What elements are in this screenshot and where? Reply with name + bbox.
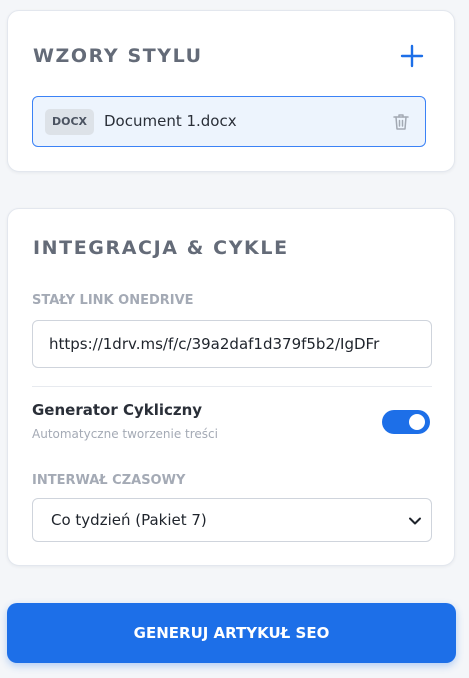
interval-label: INTERWAŁ CZASOWY	[32, 473, 186, 488]
chevron-down-icon	[407, 513, 423, 529]
onedrive-link-label: STAŁY LINK ONEDRIVE	[32, 293, 194, 308]
file-type-badge: DOCX	[45, 109, 95, 135]
plus-icon	[400, 44, 424, 68]
style-templates-title: WZORY STYLU	[33, 45, 203, 67]
toggle-knob	[409, 414, 425, 430]
generator-title: Generator Cykliczny	[32, 401, 203, 419]
file-name: Document 1.docx	[104, 112, 237, 130]
trash-icon	[391, 114, 411, 136]
template-file-item[interactable]: DOCX Document 1.docx	[32, 96, 426, 147]
integration-title: INTEGRACJA & CYKLE	[33, 237, 289, 259]
onedrive-link-input[interactable]	[32, 320, 432, 368]
interval-select[interactable]: Co tydzień (Pakiet 7)	[32, 498, 432, 542]
integration-card: INTEGRACJA & CYKLE STAŁY LINK ONEDRIVE G…	[7, 208, 455, 566]
style-templates-card: WZORY STYLU DOCX Document 1.docx	[7, 10, 455, 172]
delete-file-button[interactable]	[391, 112, 411, 132]
add-template-button[interactable]	[400, 44, 424, 68]
generator-subtitle: Automatyczne tworzenie treści	[32, 427, 218, 441]
generator-toggle[interactable]	[382, 410, 430, 434]
interval-selected-value: Co tydzień (Pakiet 7)	[51, 511, 207, 529]
section-divider	[32, 386, 432, 387]
generate-article-button[interactable]: GENERUJ ARTYKUŁ SEO	[7, 603, 456, 663]
